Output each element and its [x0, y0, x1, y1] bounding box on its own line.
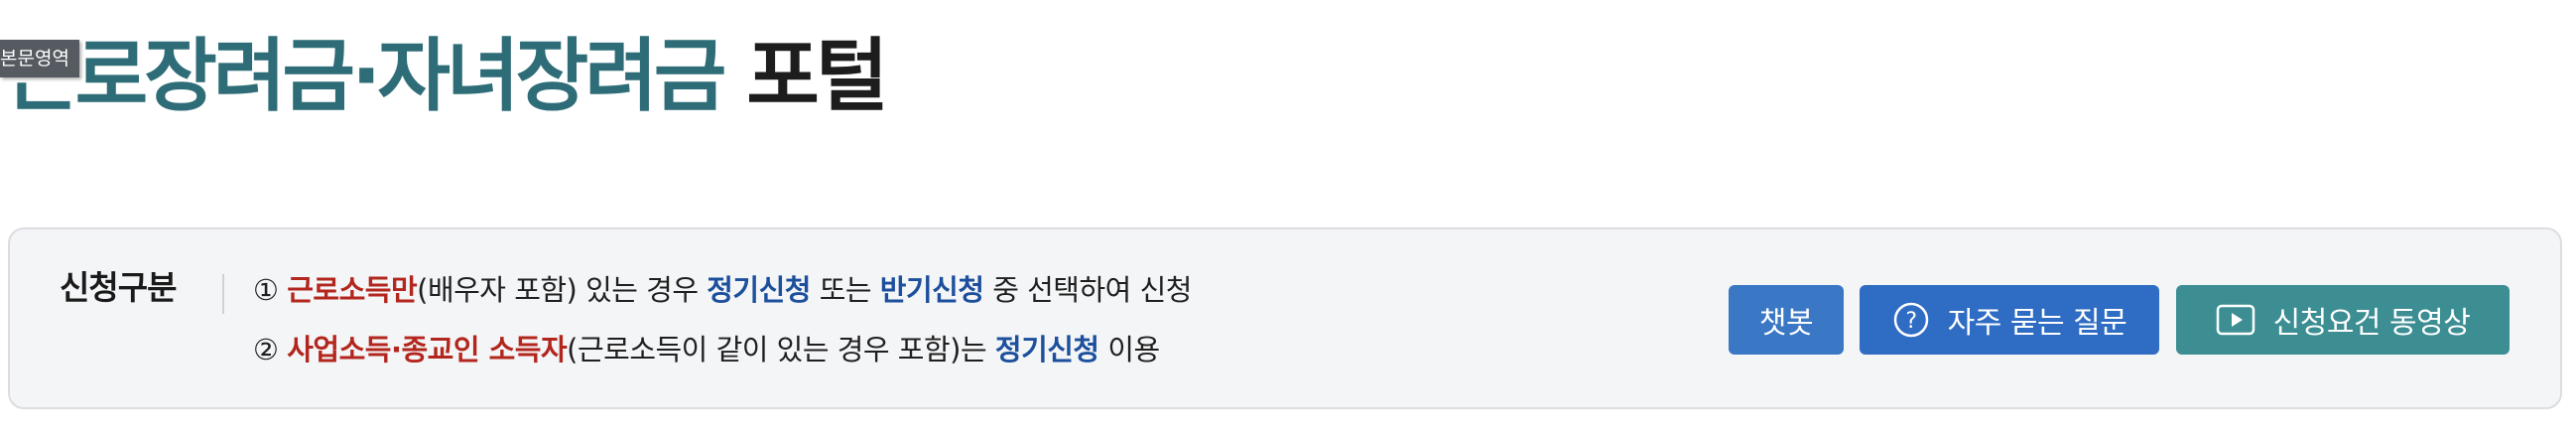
chatbot-button[interactable]: 챗봇 — [1729, 285, 1844, 355]
question-circle-icon: ? — [1892, 301, 1930, 339]
rule-1-regular-application: 정기신청 — [707, 273, 811, 307]
faq-button[interactable]: ? 자주 묻는 질문 — [1860, 285, 2159, 355]
rule-1-number: ① — [253, 273, 288, 307]
rule-2-text-a: (근로소득이 같이 있는 경우 포함)는 — [567, 333, 995, 366]
chatbot-button-label: 챗봇 — [1758, 306, 1814, 341]
page-title: 근로장려금·자녀장려금 포털 — [6, 22, 888, 131]
rule-2-number: ② — [253, 333, 288, 366]
application-type-panel: 신청구분 ① 근로소득만(배우자 포함) 있는 경우 정기신청 또는 반기신청 … — [8, 227, 2562, 409]
play-video-icon — [2216, 304, 2255, 336]
page-title-suffix: 포털 — [722, 30, 888, 122]
divider — [222, 274, 224, 314]
rule-2-regular-application: 정기신청 — [994, 333, 1099, 366]
rule-1-highlight-income: 근로소득만 — [287, 273, 418, 307]
application-rule-2: ② 사업소득·종교인 소득자(근로소득이 같이 있는 경우 포함)는 정기신청 … — [253, 327, 1160, 368]
page-title-accent: 근로장려금·자녀장려금 — [6, 30, 726, 122]
rule-2-highlight-income: 사업소득·종교인 소득자 — [287, 333, 568, 366]
svg-text:?: ? — [1905, 309, 1916, 334]
rule-1-text-a: (배우자 포함) 있는 경우 — [417, 273, 708, 307]
rule-1-half-year-application: 반기신청 — [879, 273, 984, 307]
rule-2-text-b: 이용 — [1098, 333, 1160, 366]
faq-button-label: 자주 묻는 질문 — [1947, 306, 2127, 341]
application-type-label: 신청구분 — [60, 268, 177, 307]
requirements-video-button-label: 신청요건 동영상 — [2272, 306, 2471, 341]
application-rule-1: ① 근로소득만(배우자 포함) 있는 경우 정기신청 또는 반기신청 중 선택하… — [253, 267, 1192, 309]
requirements-video-button[interactable]: 신청요건 동영상 — [2176, 285, 2510, 355]
rule-1-text-c: 중 선택하여 신청 — [983, 273, 1192, 307]
skip-to-content-link[interactable]: 본문영역 — [0, 40, 79, 77]
rule-1-text-b: 또는 — [810, 273, 880, 307]
